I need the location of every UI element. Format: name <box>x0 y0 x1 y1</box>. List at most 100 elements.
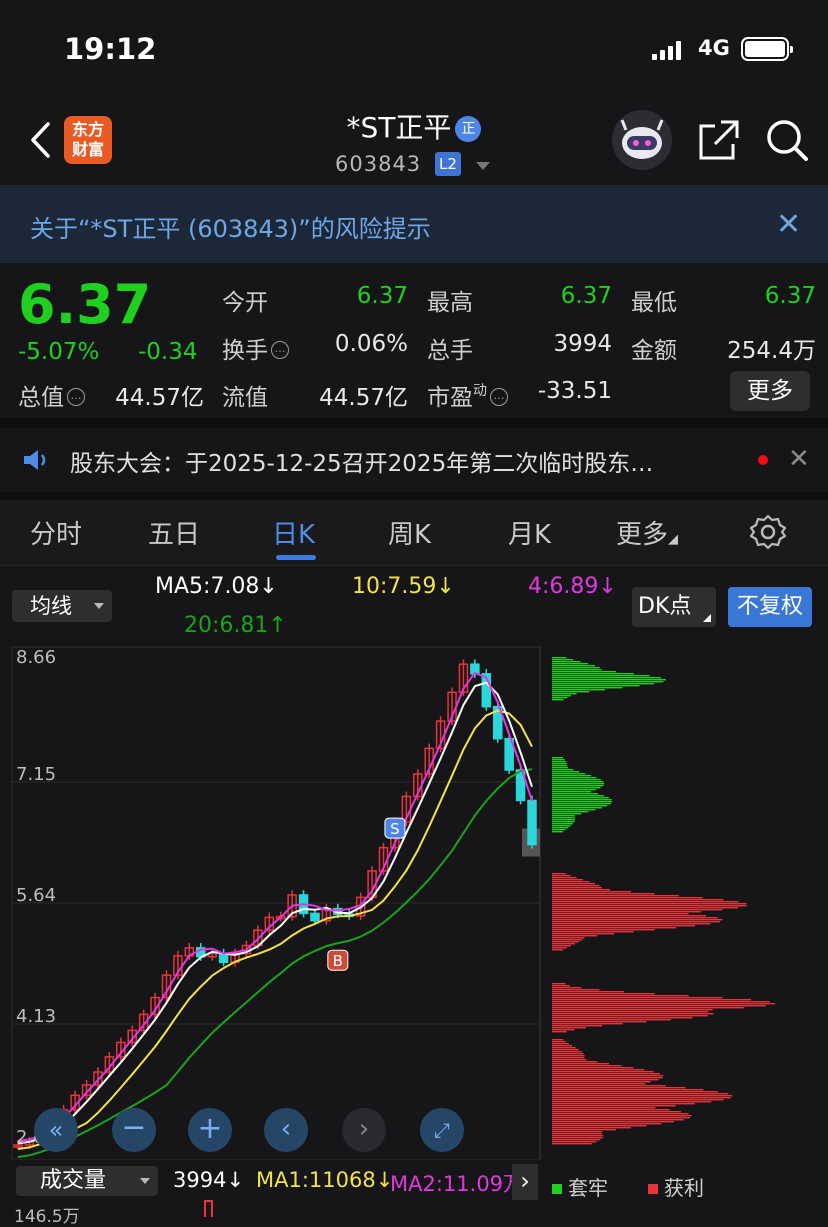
kline-svg[interactable]: 8.667.155.644.132.62 SB <box>0 645 828 1165</box>
no-adjust-button[interactable]: 不复权 <box>728 587 812 627</box>
profile-bar <box>552 783 605 785</box>
candle-body <box>527 799 537 846</box>
nav-bar: 东方 财富 *ST正平正 603843 L2 <box>0 100 828 184</box>
active-tab-indicator <box>276 555 316 560</box>
info-icon[interactable]: … <box>67 388 85 406</box>
tab-intraday[interactable]: 分时 <box>30 514 82 551</box>
tab-daily-k[interactable]: 日K <box>272 514 315 551</box>
indicator-select[interactable]: 均线 <box>12 590 112 622</box>
profile-bar <box>552 909 723 911</box>
profile-bar <box>552 671 617 673</box>
profile-bar <box>552 901 739 903</box>
search-icon[interactable] <box>765 118 809 162</box>
profile-bar <box>552 825 571 827</box>
prev-icon[interactable]: ‹ <box>264 1108 308 1152</box>
profile-bar <box>552 1031 567 1033</box>
ma4-value: 4:6.89↓ <box>528 574 617 599</box>
rewind-icon[interactable]: « <box>34 1108 78 1152</box>
profile-bar <box>552 905 747 907</box>
profile-bar <box>552 937 585 939</box>
tab-weekly-k[interactable]: 周K <box>388 514 431 551</box>
info-icon[interactable]: … <box>271 341 289 359</box>
tab-monthly-k[interactable]: 月K <box>508 514 551 551</box>
profile-bar <box>552 691 590 693</box>
profile-bar <box>552 817 575 819</box>
y-tick-label: 5.64 <box>16 885 56 906</box>
change-value: -0.34 <box>138 339 198 365</box>
close-icon[interactable]: ✕ <box>788 444 810 474</box>
chevron-right-icon[interactable]: › <box>512 1164 538 1200</box>
battery-icon <box>741 37 793 61</box>
more-button[interactable]: 更多 <box>730 371 810 411</box>
profile-bar <box>552 793 598 795</box>
last-price: 6.37 <box>18 273 152 336</box>
close-icon[interactable]: ✕ <box>776 207 801 242</box>
profile-bar <box>552 663 589 665</box>
profile-bar <box>552 807 602 809</box>
level-badge[interactable]: L2 <box>435 152 461 176</box>
profile-bar <box>552 681 664 683</box>
tab-more[interactable]: 更多◢ <box>616 514 678 551</box>
profile-bar <box>552 795 605 797</box>
profile-bar <box>552 799 612 801</box>
volume-ma1: MA1:11068↓ <box>256 1168 394 1192</box>
profile-bar <box>552 1101 712 1103</box>
pe-sup: 动 <box>473 383 487 399</box>
profile-bar <box>552 1047 576 1049</box>
zoom-in-icon[interactable]: + <box>188 1108 232 1152</box>
zoom-out-icon[interactable]: − <box>112 1108 156 1152</box>
risk-banner[interactable]: 关于“*ST正平 (603843)”的风险提示 ✕ <box>0 185 828 263</box>
profile-bar <box>552 1085 666 1087</box>
gear-icon[interactable] <box>748 512 788 552</box>
y-tick-label: 8.66 <box>16 647 56 668</box>
notice-bar[interactable]: 股东大会：于2025-12-25召开2025年第二次临时股东… ✕ <box>0 428 828 494</box>
profile-bar <box>552 989 600 991</box>
volume-value: 3994 <box>553 331 612 357</box>
profile-bar <box>552 923 711 925</box>
profile-bar <box>552 1091 718 1093</box>
profile-bar <box>552 927 676 929</box>
profile-bar <box>552 1017 693 1019</box>
profile-bar <box>552 1141 597 1143</box>
profile-bar <box>552 669 602 671</box>
assistant-robot-icon[interactable] <box>612 110 672 170</box>
tab-more-arrow-icon: ◢ <box>668 532 679 547</box>
legend-profit-swatch <box>648 1184 658 1194</box>
profile-bar <box>552 679 666 681</box>
legend-profit: 获利 <box>648 1172 704 1201</box>
turnover-label[interactable]: 换手… <box>222 331 289 365</box>
profile-bar <box>552 945 571 947</box>
pe-label[interactable]: 市盈动… <box>427 378 508 412</box>
profile-bar <box>552 933 615 935</box>
volume-select[interactable]: 成交量 <box>16 1166 158 1196</box>
profile-bar <box>552 935 598 937</box>
profile-bar <box>552 1049 579 1051</box>
profile-bar <box>552 1113 689 1115</box>
profile-bar <box>552 915 706 917</box>
tab-five-day[interactable]: 五日 <box>148 514 200 551</box>
share-icon[interactable] <box>697 118 741 162</box>
profile-bar <box>552 991 625 993</box>
profile-bar <box>552 803 611 805</box>
profile-bar <box>552 657 567 659</box>
next-icon[interactable]: › <box>342 1108 386 1152</box>
total-mv-label[interactable]: 总值… <box>18 378 85 412</box>
info-icon[interactable]: … <box>490 388 508 406</box>
profile-bar <box>552 767 568 769</box>
turnover-label-text: 换手 <box>222 338 268 364</box>
legend-profit-label: 获利 <box>664 1176 704 1200</box>
code-dropdown-icon[interactable] <box>476 162 490 170</box>
dk-point-button[interactable]: DK点 <box>632 587 716 627</box>
profile-bar <box>552 1057 585 1059</box>
ma20-line <box>17 768 533 1158</box>
profile-bar <box>552 829 566 831</box>
kline-chart[interactable]: 8.667.155.644.132.62 SB « − + ‹ › ⤢ <box>0 645 828 1165</box>
ma5-value: MA5:7.08↓ <box>155 574 278 599</box>
fullscreen-icon[interactable]: ⤢ <box>420 1108 464 1152</box>
float-mv-value: 44.57亿 <box>319 385 408 411</box>
amount-value: 254.4万 <box>727 338 816 364</box>
profile-bar <box>552 1021 647 1023</box>
low-label: 最低 <box>631 290 677 316</box>
ma20-value: 20:6.81↑ <box>184 613 287 638</box>
profile-bar <box>552 1003 776 1005</box>
